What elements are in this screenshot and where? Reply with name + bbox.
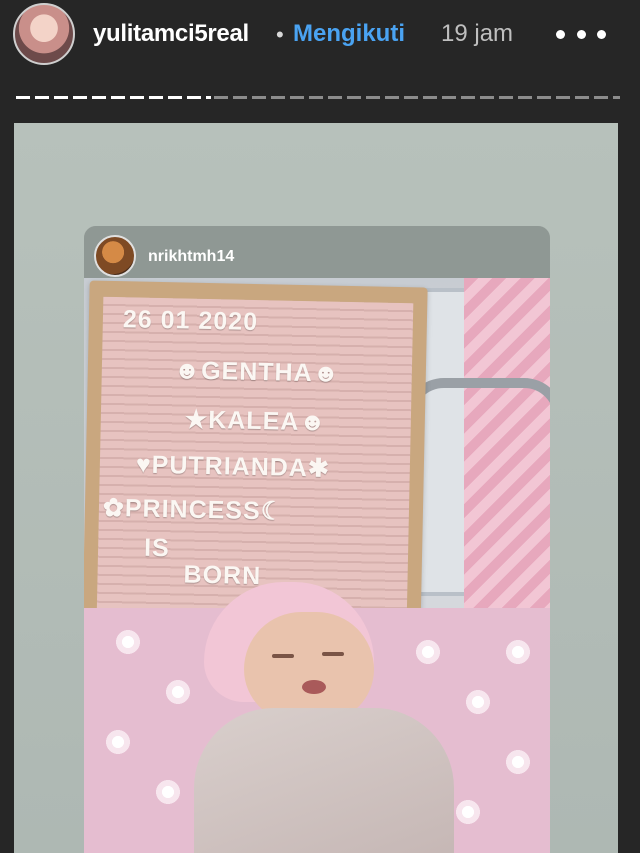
board-line-5: IS	[143, 533, 171, 563]
story-photo: 26 01 2020 ☻GENTHA☻ ★KALEA☻ ♥PUTRIANDA✱ …	[84, 278, 550, 853]
letter-board: 26 01 2020 ☻GENTHA☻ ★KALEA☻ ♥PUTRIANDA✱ …	[84, 280, 428, 640]
reposted-story-card[interactable]: nrikhtmh14 26 01 2020 ☻GENTHA☻ ★KALEA☻ ♥…	[84, 226, 550, 853]
board-line-2: ★KALEA☻	[184, 405, 327, 437]
separator-dot: •	[276, 22, 284, 47]
baby-swaddle	[194, 708, 454, 853]
story-header: yulitamci5real • Mengikuti 19 jam	[0, 0, 640, 72]
progress-segment-remaining	[214, 96, 620, 99]
reposted-story-header: nrikhtmh14	[84, 226, 550, 278]
profile-avatar[interactable]	[13, 3, 75, 65]
board-line-4: ✿PRINCESS☾	[102, 493, 285, 526]
reposted-avatar[interactable]	[94, 235, 136, 277]
board-line-6: BORN	[183, 560, 262, 591]
more-options-icon[interactable]	[556, 14, 606, 54]
board-line-1: ☻GENTHA☻	[173, 356, 341, 388]
story-progress-bar	[16, 96, 620, 100]
story-username[interactable]: yulitamci5real	[93, 20, 249, 48]
board-line-3: ♥PUTRIANDA✱	[135, 450, 331, 483]
reposted-username[interactable]: nrikhtmh14	[148, 248, 234, 266]
story-timestamp: 19 jam	[441, 20, 514, 47]
baby-face	[244, 612, 374, 722]
progress-segment-active	[16, 96, 211, 99]
following-button[interactable]: Mengikuti	[293, 20, 405, 48]
board-date: 26 01 2020	[122, 305, 259, 337]
